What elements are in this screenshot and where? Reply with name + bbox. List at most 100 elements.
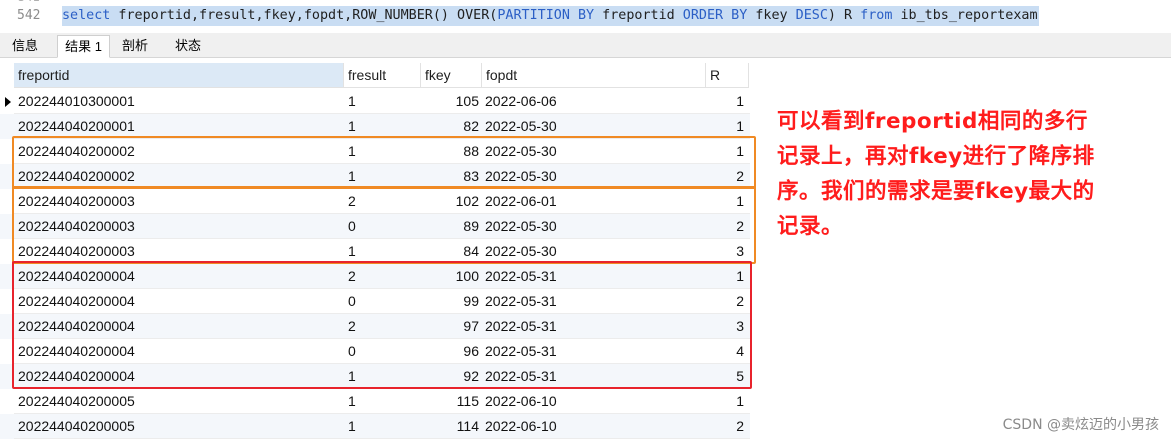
cell-r[interactable]: 1 xyxy=(706,389,744,414)
watermark: CSDN @卖炫迈的小男孩 xyxy=(1002,417,1159,433)
cell-fopdt[interactable]: 2022-05-31 xyxy=(485,314,700,339)
cell-fopdt[interactable]: 2022-05-30 xyxy=(485,139,700,164)
cell-fkey[interactable]: 99 xyxy=(421,289,479,314)
cell-fresult[interactable]: 1 xyxy=(348,139,418,164)
cell-fresult[interactable]: 1 xyxy=(348,364,418,389)
cell-freportid[interactable]: 202244040200001 xyxy=(18,114,338,139)
cell-r[interactable]: 1 xyxy=(706,89,744,114)
cell-fopdt[interactable]: 2022-05-31 xyxy=(485,364,700,389)
cell-fresult[interactable]: 1 xyxy=(348,414,418,439)
cell-r[interactable]: 4 xyxy=(706,339,744,364)
cell-freportid[interactable]: 202244040200002 xyxy=(18,139,338,164)
cell-freportid[interactable]: 202244010300001 xyxy=(18,89,338,114)
cell-r[interactable]: 2 xyxy=(706,289,744,314)
cell-r[interactable]: 2 xyxy=(706,214,744,239)
sql-keyword: ORDER BY xyxy=(682,8,748,23)
cell-fkey[interactable]: 97 xyxy=(421,314,479,339)
cell-fkey[interactable]: 114 xyxy=(421,414,479,439)
cell-r[interactable]: 1 xyxy=(706,264,744,289)
table-row[interactable]: 202244040200004 0 96 2022-05-31 4 xyxy=(0,339,750,364)
cell-fresult[interactable]: 1 xyxy=(348,164,418,189)
cell-fresult[interactable]: 0 xyxy=(348,214,418,239)
table-row[interactable]: 202244040200002 1 88 2022-05-30 1 xyxy=(0,139,750,164)
cell-fopdt[interactable]: 2022-06-10 xyxy=(485,389,700,414)
cell-fkey[interactable]: 92 xyxy=(421,364,479,389)
cell-fresult[interactable]: 1 xyxy=(348,239,418,264)
tab-info[interactable]: 信息 xyxy=(4,35,46,58)
table-row[interactable]: 202244040200003 1 84 2022-05-30 3 xyxy=(0,239,750,264)
cell-fkey[interactable]: 115 xyxy=(421,389,479,414)
cell-fopdt[interactable]: 2022-06-01 xyxy=(485,189,700,214)
cell-freportid[interactable]: 202244040200004 xyxy=(18,339,338,364)
cell-r[interactable]: 2 xyxy=(706,414,744,439)
table-row[interactable]: 202244040200001 1 82 2022-05-30 1 xyxy=(0,114,750,139)
cell-fresult[interactable]: 1 xyxy=(348,89,418,114)
table-row[interactable]: 202244040200003 2 102 2022-06-01 1 xyxy=(0,189,750,214)
cell-fkey[interactable]: 89 xyxy=(421,214,479,239)
cell-fresult[interactable]: 0 xyxy=(348,289,418,314)
cell-r[interactable]: 3 xyxy=(706,239,744,264)
cell-fopdt[interactable]: 2022-05-30 xyxy=(485,164,700,189)
cell-fopdt[interactable]: 2022-06-10 xyxy=(485,414,700,439)
cell-freportid[interactable]: 202244040200004 xyxy=(18,289,338,314)
cell-fresult[interactable]: 2 xyxy=(348,189,418,214)
cell-fkey[interactable]: 96 xyxy=(421,339,479,364)
cell-fresult[interactable]: 1 xyxy=(348,114,418,139)
cell-fkey[interactable]: 102 xyxy=(421,189,479,214)
cell-r[interactable]: 2 xyxy=(706,164,744,189)
tab-status[interactable]: 状态 xyxy=(165,35,211,58)
cell-freportid[interactable]: 202244040200004 xyxy=(18,264,338,289)
cell-freportid[interactable]: 202244040200004 xyxy=(18,314,338,339)
cell-freportid[interactable]: 202244040200005 xyxy=(18,389,338,414)
cell-fopdt[interactable]: 2022-05-31 xyxy=(485,339,700,364)
table-row[interactable]: 202244040200004 0 99 2022-05-31 2 xyxy=(0,289,750,314)
cell-freportid[interactable]: 202244040200003 xyxy=(18,214,338,239)
cell-r[interactable]: 1 xyxy=(706,139,744,164)
cell-fopdt[interactable]: 2022-05-31 xyxy=(485,289,700,314)
cell-fkey[interactable]: 88 xyxy=(421,139,479,164)
cell-freportid[interactable]: 202244040200002 xyxy=(18,164,338,189)
column-header-r[interactable]: R xyxy=(706,63,749,88)
table-row[interactable]: 202244040200003 0 89 2022-05-30 2 xyxy=(0,214,750,239)
tab-profile[interactable]: 剖析 xyxy=(112,35,158,58)
sql-code-line[interactable]: select freportid,fresult,fkey,fopdt,ROW_… xyxy=(62,6,1039,26)
cell-fkey[interactable]: 84 xyxy=(421,239,479,264)
cell-fopdt[interactable]: 2022-05-30 xyxy=(485,239,700,264)
cell-freportid[interactable]: 202244040200003 xyxy=(18,189,338,214)
cell-fopdt[interactable]: 2022-05-31 xyxy=(485,264,700,289)
column-header-fresult[interactable]: fresult xyxy=(344,63,421,88)
cell-fresult[interactable]: 0 xyxy=(348,339,418,364)
line-number: 542 xyxy=(17,8,41,23)
cell-fkey[interactable]: 83 xyxy=(421,164,479,189)
cell-r[interactable]: 5 xyxy=(706,364,744,389)
cell-fresult[interactable]: 2 xyxy=(348,314,418,339)
tab-result-1[interactable]: 结果 1 xyxy=(57,35,110,58)
table-row[interactable]: 202244040200004 1 92 2022-05-31 5 xyxy=(0,364,750,389)
sql-editor[interactable]: 541 542 select freportid,fresult,fkey,fo… xyxy=(0,0,1171,33)
cell-fkey[interactable]: 105 xyxy=(421,89,479,114)
column-header-fopdt[interactable]: fopdt xyxy=(482,63,706,88)
cell-fopdt[interactable]: 2022-05-30 xyxy=(485,214,700,239)
table-row[interactable]: 202244040200005 1 114 2022-06-10 2 xyxy=(0,414,750,439)
column-header-freportid[interactable]: freportid xyxy=(14,63,344,88)
cell-freportid[interactable]: 202244040200005 xyxy=(18,414,338,439)
cell-fresult[interactable]: 2 xyxy=(348,264,418,289)
cell-freportid[interactable]: 202244040200004 xyxy=(18,364,338,389)
table-row[interactable]: 202244040200004 2 100 2022-05-31 1 xyxy=(0,264,750,289)
cell-r[interactable]: 1 xyxy=(706,189,744,214)
sql-keyword: PARTITION BY xyxy=(497,8,595,23)
table-row[interactable]: 202244040200005 1 115 2022-06-10 1 xyxy=(0,389,750,414)
cell-fresult[interactable]: 1 xyxy=(348,389,418,414)
column-header-fkey[interactable]: fkey xyxy=(421,63,482,88)
cell-freportid[interactable]: 202244040200003 xyxy=(18,239,338,264)
cell-fopdt[interactable]: 2022-06-06 xyxy=(485,89,700,114)
table-row[interactable]: 202244040200002 1 83 2022-05-30 2 xyxy=(0,164,750,189)
cell-r[interactable]: 3 xyxy=(706,314,744,339)
cell-fkey[interactable]: 100 xyxy=(421,264,479,289)
table-row[interactable]: 202244040200004 2 97 2022-05-31 3 xyxy=(0,314,750,339)
sql-keyword: from xyxy=(860,8,893,23)
cell-fopdt[interactable]: 2022-05-30 xyxy=(485,114,700,139)
cell-fkey[interactable]: 82 xyxy=(421,114,479,139)
table-row[interactable]: 202244010300001 1 105 2022-06-06 1 xyxy=(0,89,750,114)
cell-r[interactable]: 1 xyxy=(706,114,744,139)
